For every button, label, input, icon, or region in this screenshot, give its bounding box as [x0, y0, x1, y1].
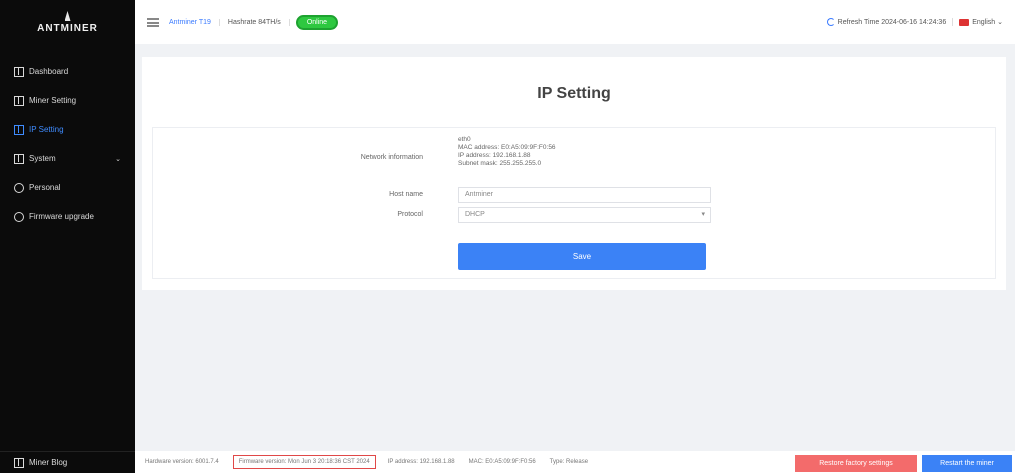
sidebar-item-label: Personal [29, 183, 61, 192]
header-right: Refresh Time 2024-06-16 14:24:36 English… [826, 18, 1003, 26]
hostname-label: Host name [389, 191, 423, 198]
sidebar-item-label: Firmware upgrade [29, 212, 94, 221]
restore-factory-button[interactable]: Restore factory settings [795, 455, 917, 472]
hashrate-readout: Hashrate 84TH/s [220, 18, 290, 26]
sidebar: ANTMINER Dashboard Miner Setting IP Sett… [0, 0, 135, 473]
sidebar-item-miner-blog[interactable]: Miner Blog [0, 451, 135, 473]
footer-ip-address: IP address: 192.168.1.88 [387, 459, 455, 465]
build-type: Type: Release [549, 459, 589, 465]
gear-icon [14, 182, 24, 193]
hostname-input[interactable]: Antminer [458, 187, 711, 203]
refresh-time: Refresh Time 2024-06-16 14:24:36 [837, 18, 947, 26]
status-footer: Hardware version: 6001.7.4 Firmware vers… [135, 451, 1015, 473]
protocol-label: Protocol [397, 211, 423, 218]
ip-setting-form: Network information eth0 MAC address: E0… [152, 127, 996, 279]
miner-model: Antminer T19 [169, 18, 220, 26]
sidebar-item-label: Dashboard [29, 67, 69, 76]
sidebar-item-firmware-upgrade[interactable]: Firmware upgrade [0, 202, 135, 231]
sidebar-item-ip-setting[interactable]: IP Setting [0, 115, 135, 144]
sidebar-item-label: IP Setting [29, 125, 64, 134]
logo-mark-icon [64, 11, 71, 21]
sidebar-nav: Dashboard Miner Setting IP Setting Syste… [0, 57, 135, 231]
clock-icon [14, 211, 24, 222]
sidebar-item-label: Miner Blog [29, 458, 68, 467]
chevron-down-icon: ⌄ [115, 155, 121, 163]
mac-address: MAC address: E0:A5:09:9F:F0:56 [458, 144, 556, 151]
sidebar-item-label: System [29, 154, 56, 163]
grid-icon [14, 153, 24, 164]
hardware-version: Hardware version: 6001.7.4 [145, 459, 219, 465]
chevron-down-icon: ⌄ [995, 19, 1003, 26]
restart-miner-button[interactable]: Restart the miner [922, 455, 1012, 472]
page-title: IP Setting [537, 85, 611, 102]
protocol-select[interactable]: DHCP [458, 207, 711, 223]
firmware-version: Firmware version: Mon Jun 3 20:18:36 CST… [232, 455, 376, 469]
grid-icon [14, 124, 24, 135]
refresh-icon[interactable] [826, 18, 835, 26]
language-selector[interactable]: English ⌄ [952, 18, 1003, 26]
save-button[interactable]: Save [458, 243, 706, 270]
grid-icon [14, 457, 24, 468]
sidebar-item-miner-setting[interactable]: Miner Setting [0, 86, 135, 115]
sidebar-item-label: Miner Setting [29, 96, 77, 105]
network-interface: eth0 [458, 136, 471, 143]
logo-text: ANTMINER [37, 23, 98, 34]
brand-logo[interactable]: ANTMINER [0, 0, 135, 45]
grid-icon [14, 66, 24, 77]
network-info-value: eth0 MAC address: E0:A5:09:9F:F0:56 IP a… [458, 136, 556, 168]
language-label: English [972, 18, 996, 26]
subnet-mask: Subnet mask: 255.255.255.0 [458, 160, 542, 167]
menu-toggle-icon[interactable] [147, 17, 159, 27]
grid-icon [14, 95, 24, 106]
top-header: Antminer T19 Hashrate 84TH/s Online Refr… [135, 0, 1015, 44]
status-badge: Online [295, 14, 339, 30]
flag-icon [959, 18, 970, 26]
ip-address: IP address: 192.168.1.88 [458, 152, 531, 159]
network-info-label: Network information [360, 154, 423, 161]
sidebar-item-personal[interactable]: Personal [0, 173, 135, 202]
sidebar-item-dashboard[interactable]: Dashboard [0, 57, 135, 86]
footer-mac-address: MAC: E0:A5:09:9F:F0:56 [468, 459, 536, 465]
ip-setting-card: IP Setting Network information eth0 MAC … [142, 57, 1006, 290]
sidebar-item-system[interactable]: System ⌄ [0, 144, 135, 173]
